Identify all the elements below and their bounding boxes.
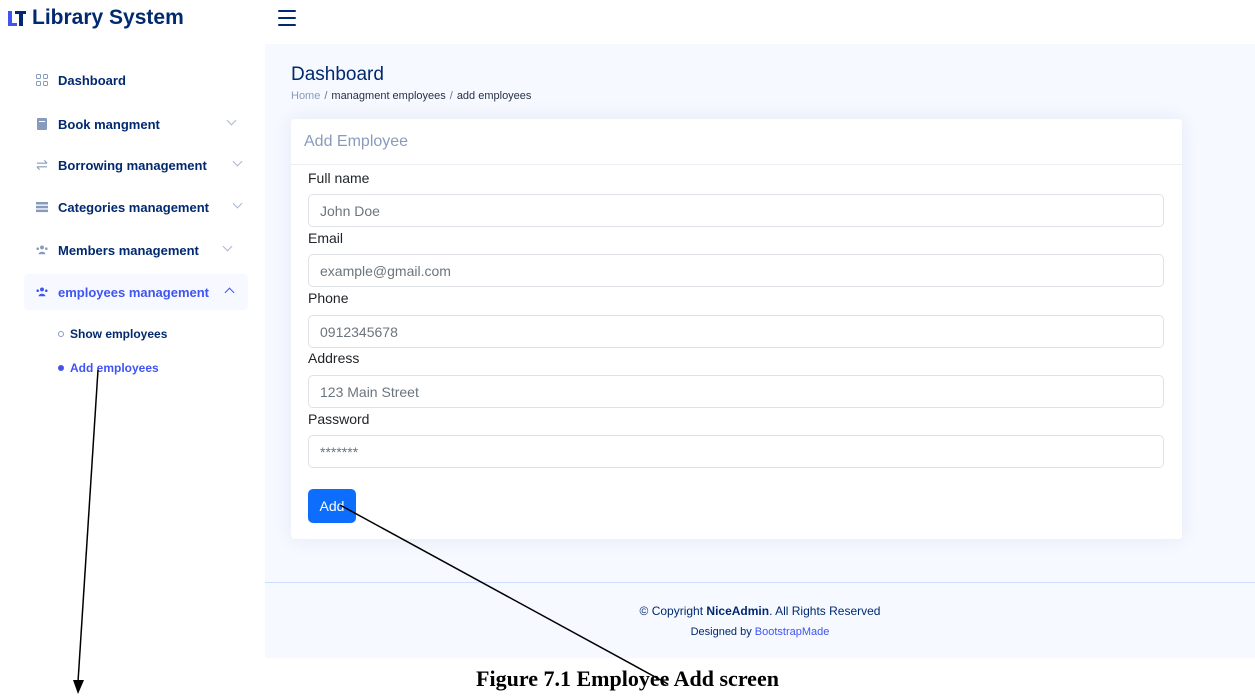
sidebar-item-label: employees management [58, 284, 210, 300]
brand-name: NiceAdmin [706, 604, 770, 618]
breadcrumb-current: add employees [456, 90, 532, 102]
footer-divider [265, 582, 1255, 583]
copyright: © Copyright NiceAdmin. All Rights Reserv… [265, 604, 1255, 618]
phone-label: Phone [308, 290, 349, 306]
sidebar: Dashboard Book mangment Borrowing manage… [0, 44, 265, 658]
bootstrapmade-link[interactable]: BootstrapMade [755, 626, 830, 638]
full-name-label: Full name [308, 170, 370, 186]
top-header: Library System [0, 0, 1255, 44]
address-label: Address [308, 350, 360, 366]
sidebar-item-employees[interactable]: employees management [24, 274, 248, 310]
chevron-down-icon [232, 198, 243, 209]
sidebar-item-label: Dashboard [58, 72, 126, 88]
logo-icon [8, 8, 26, 28]
breadcrumb-home[interactable]: Home [291, 90, 320, 102]
sidebar-item-label: Borrowing management [58, 157, 207, 173]
circle-icon [58, 331, 64, 337]
book-icon [36, 118, 48, 130]
arrows-exchange-icon [36, 159, 48, 171]
full-name-input[interactable]: John Doe [308, 194, 1164, 227]
address-input[interactable]: 123 Main Street [308, 375, 1164, 408]
phone-input[interactable]: 0912345678 [308, 315, 1164, 348]
sidebar-subitem-add-employees[interactable]: Add employees [58, 361, 159, 375]
sidebar-item-label: Members management [58, 242, 199, 258]
sidebar-item-categories[interactable]: Categories management [24, 189, 248, 225]
email-label: Email [308, 230, 344, 246]
logo[interactable]: Library System [8, 6, 184, 30]
sidebar-subitem-label: Show employees [70, 327, 168, 341]
password-label: Password [308, 411, 370, 427]
add-button[interactable]: Add [308, 489, 356, 523]
sidebar-subitem-show-employees[interactable]: Show employees [58, 327, 167, 341]
breadcrumb: Home / managment employees / add employe… [291, 90, 531, 102]
chevron-down-icon [222, 241, 233, 252]
breadcrumb-middle[interactable]: managment employees [331, 90, 445, 102]
breadcrumb-separator: / [449, 90, 453, 102]
chevron-up-icon [224, 287, 235, 298]
breadcrumb-separator: / [324, 90, 328, 102]
credits: Designed by BootstrapMade [265, 626, 1255, 638]
add-employee-card: Add Employee Full name John Doe Email ex… [291, 119, 1182, 539]
divider [291, 164, 1182, 165]
credits-prefix: Designed by [690, 626, 752, 638]
sidebar-item-members[interactable]: Members management [24, 232, 248, 268]
people-icon [36, 244, 48, 256]
page-title: Dashboard [291, 64, 384, 85]
email-input[interactable]: example@gmail.com [308, 254, 1164, 287]
copyright-prefix: © Copyright [639, 604, 704, 618]
chevron-down-icon [226, 115, 237, 126]
card-title: Add Employee [304, 133, 409, 150]
copyright-suffix: . All Rights Reserved [769, 604, 881, 618]
main-content: Dashboard Home / managment employees / a… [265, 44, 1255, 658]
hamburger-icon[interactable] [278, 10, 296, 26]
logo-text: Library System [32, 6, 184, 29]
page: Library System Dashboard Book mangment B… [0, 0, 1255, 698]
password-input[interactable]: ******* [308, 435, 1164, 468]
chevron-down-icon [232, 156, 243, 167]
figure-caption: Figure 7.1 Employee Add screen [476, 666, 779, 691]
sidebar-item-books[interactable]: Book mangment [24, 106, 248, 142]
sidebar-item-dashboard[interactable]: Dashboard [24, 62, 248, 98]
sidebar-item-label: Book mangment [58, 116, 160, 132]
circle-filled-icon [58, 365, 64, 371]
people-icon [36, 286, 48, 298]
sidebar-item-borrowing[interactable]: Borrowing management [24, 147, 248, 183]
grid-icon [36, 74, 48, 86]
list-icon [36, 201, 48, 213]
sidebar-subitem-label: Add employees [70, 361, 159, 375]
sidebar-item-label: Categories management [58, 199, 209, 215]
